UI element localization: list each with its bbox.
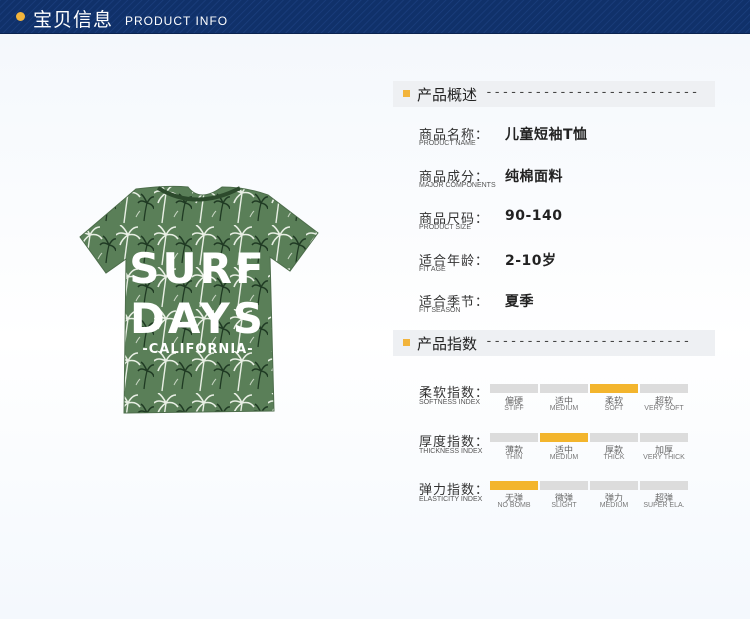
index-row-thickness: 厚度指数： THICKNESS INDEX 薄款 THIN 适中 MEDIUM 厚款 TH… (419, 431, 719, 471)
index-level-bar (640, 481, 688, 490)
index-level-label-en: THIN (505, 454, 523, 461)
header-subtitle: PRODUCT INFO (125, 14, 229, 28)
index-level-label-en: VERY THICK (643, 454, 685, 461)
info-value: 90-140 (505, 208, 563, 224)
index-levels: 无弹 NO BOMB 微弹 SLIGHT 弹力 MEDIUM 超弹 SUPER ELA. (490, 481, 690, 517)
index-level: 超软 VERY SOFT (640, 384, 688, 420)
info-row-size: 商品尺码： PRODUCT SIZE 90-140 (419, 208, 719, 238)
header-title: 宝贝信息 (33, 9, 114, 31)
index-level-label-en: THICK (603, 454, 625, 461)
index-level: 柔软 SOFT (590, 384, 638, 420)
index-level-bar (640, 433, 688, 442)
info-row-age: 适合年龄： FIT AGE 2-10岁 (419, 250, 719, 280)
header-dot-icon (16, 12, 25, 21)
overview-dashes: -------------------------- (485, 85, 699, 100)
index-label-en: ELASTICITY INDEX (419, 496, 483, 503)
index-level: 适中 MEDIUM (540, 384, 588, 420)
print-line-surf: SURF (129, 244, 266, 293)
info-value: 纯棉面料 (505, 169, 563, 185)
info-value: 夏季 (505, 294, 534, 310)
index-level-label-en: VERY SOFT (644, 405, 684, 412)
section-dot-icon (403, 90, 410, 97)
indices-section-header: 产品指数 ------------------------- (393, 330, 715, 356)
index-row-softness: 柔软指数： SOFTNESS INDEX 偏硬 STIFF 适中 MEDIUM 柔软 SO… (419, 382, 719, 422)
info-row-name: 商品名称： PRODUCT NAME 儿童短袖T恤 (419, 124, 719, 154)
product-image: SURF DAYS -CALIFORNIA- (78, 183, 322, 415)
index-level-label-en: SOFT (604, 405, 624, 412)
index-level-label-en: SLIGHT (551, 502, 577, 509)
info-label-en: PRODUCT SIZE (419, 224, 471, 231)
info-label-en: FIT SEASON (419, 307, 461, 314)
index-level-bar (640, 384, 688, 393)
index-level-bar (490, 481, 538, 490)
index-level-bar (590, 384, 638, 393)
overview-title: 产品概述 (417, 86, 478, 104)
index-level: 适中 MEDIUM (540, 433, 588, 469)
index-level: 偏硬 STIFF (490, 384, 538, 420)
index-level-label-en: NO BOMB (497, 502, 531, 509)
info-label-en: MAJOR COMPONENTS (419, 182, 496, 189)
index-label-en: SOFTNESS INDEX (419, 399, 481, 406)
index-level: 无弹 NO BOMB (490, 481, 538, 517)
indices-title: 产品指数 (417, 335, 478, 353)
info-label-en: FIT AGE (419, 266, 446, 273)
index-level-bar (590, 433, 638, 442)
index-level-label-en: SUPER ELA. (643, 502, 685, 509)
info-row-components: 商品成分： MAJOR COMPONENTS 纯棉面料 (419, 166, 719, 196)
index-levels: 薄款 THIN 适中 MEDIUM 厚款 THICK 加厚 VERY THICK (490, 433, 690, 469)
index-level-bar (590, 481, 638, 490)
index-level: 超弹 SUPER ELA. (640, 481, 688, 517)
overview-section-header: 产品概述 -------------------------- (393, 81, 715, 107)
index-level-label-en: MEDIUM (549, 405, 579, 412)
section-dot-icon (403, 339, 410, 346)
index-level-bar (540, 433, 588, 442)
index-level: 厚款 THICK (590, 433, 638, 469)
info-row-season: 适合季节： FIT SEASON 夏季 (419, 291, 719, 321)
index-level-label-en: MEDIUM (599, 502, 629, 509)
print-line-california: -CALIFORNIA- (142, 342, 253, 357)
index-level-bar (490, 384, 538, 393)
index-level-bar (490, 433, 538, 442)
info-value: 2-10岁 (505, 253, 557, 269)
index-level-bar (540, 384, 588, 393)
tshirt-icon: SURF DAYS -CALIFORNIA- (79, 185, 319, 414)
section-header-bar: 宝贝信息 PRODUCT INFO (0, 0, 750, 34)
index-level: 弹力 MEDIUM (590, 481, 638, 517)
index-levels: 偏硬 STIFF 适中 MEDIUM 柔软 SOFT 超软 VERY SOFT (490, 384, 690, 420)
indices-dashes: ------------------------- (485, 334, 691, 349)
index-level: 加厚 VERY THICK (640, 433, 688, 469)
print-line-days: DAYS (130, 294, 266, 343)
index-label-en: THICKNESS INDEX (419, 448, 483, 455)
info-value: 儿童短袖T恤 (505, 127, 588, 143)
index-level-label-en: STIFF (504, 405, 524, 412)
index-level-bar (540, 481, 588, 490)
index-level-label-en: MEDIUM (549, 454, 579, 461)
index-level: 微弹 SLIGHT (540, 481, 588, 517)
index-level: 薄款 THIN (490, 433, 538, 469)
index-row-elasticity: 弹力指数： ELASTICITY INDEX 无弹 NO BOMB 微弹 SLIGHT… (419, 479, 719, 519)
info-label-en: PRODUCT NAME (419, 140, 476, 147)
